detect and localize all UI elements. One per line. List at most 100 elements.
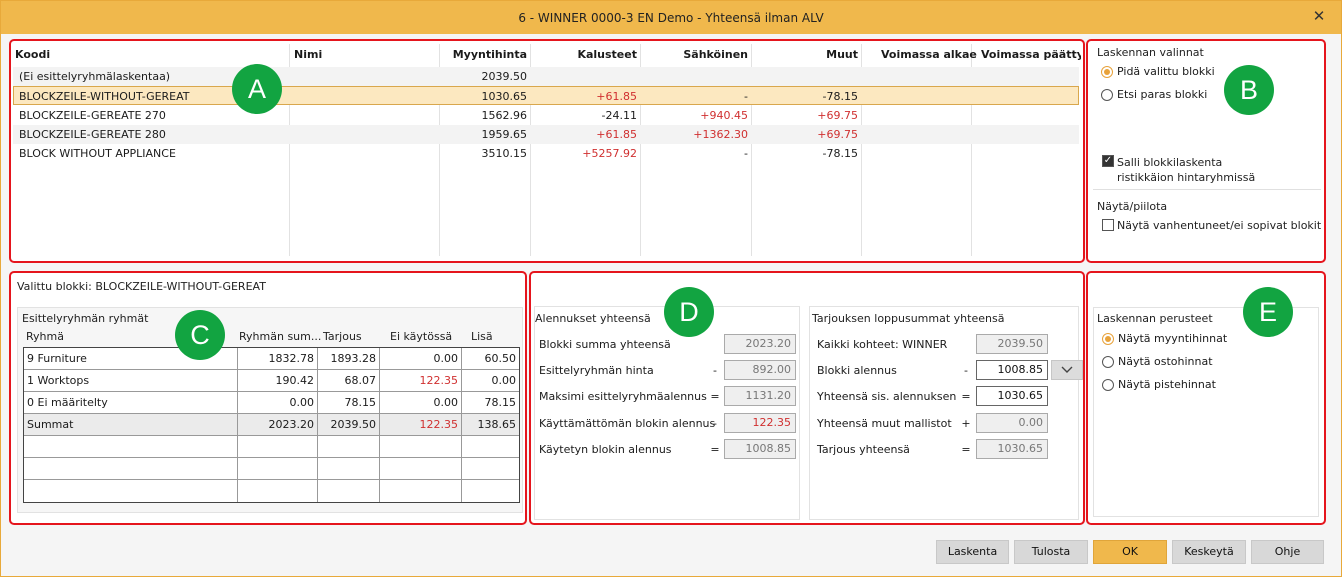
cell-ei-kaytossa: 122.35: [380, 370, 462, 392]
keep-block-radio[interactable]: Pidä valittu blokki: [1101, 65, 1215, 78]
calc-basis-title: Laskennan perusteet: [1097, 312, 1213, 325]
discount-value-esittelyryhman-hinta: 892.00: [724, 360, 796, 380]
allow-grid-checkbox[interactable]: ✓: [1102, 155, 1114, 167]
show-sales-prices-radio[interactable]: Näytä myyntihinnat: [1102, 332, 1227, 345]
laskenta-button[interactable]: Laskenta: [936, 540, 1009, 564]
cell-summa: 1832.78: [238, 348, 318, 370]
title-bar: 6 - WINNER 0000-3 EN Demo - Yhteensä ilm…: [1, 1, 1341, 34]
column-header-voimassa-paattyen[interactable]: Voimassa päättyen: [977, 44, 1081, 66]
column-header-myyntihinta[interactable]: Myyntihinta: [440, 44, 531, 66]
cell-lisa: 0.00: [491, 374, 517, 387]
groups-header-ryhma: Ryhmä: [26, 330, 64, 343]
table-row[interactable]: BLOCKZEILE-GEREATE 270 1562.96 -24.11 +9…: [13, 106, 1079, 125]
radio-selected-icon: [1102, 332, 1114, 345]
table-row-selected[interactable]: BLOCKZEILE-WITHOUT-GEREAT 1030.65 +61.85…: [13, 86, 1079, 105]
ohje-button[interactable]: Ohje: [1251, 540, 1324, 564]
cell-muut: -78.15: [822, 90, 858, 103]
cell-ryhma: Summat: [24, 414, 238, 436]
cell-muut: +69.75: [817, 128, 858, 141]
groups-header-lisa: Lisä: [471, 330, 493, 343]
cell-ei-kaytossa: 0.00: [380, 348, 462, 370]
badge-e: E: [1243, 287, 1293, 337]
show-expired-label: Näytä vanhentuneet/ei sopivat blokit: [1117, 219, 1322, 232]
discount-label-blokki-summa: Blokki summa yhteensä: [539, 338, 671, 351]
column-header-koodi[interactable]: Koodi: [11, 44, 290, 66]
cell-tarjous: 68.07: [318, 370, 380, 392]
show-purchase-prices-radio[interactable]: Näytä ostohinnat: [1102, 355, 1213, 368]
find-best-radio[interactable]: Etsi paras blokki: [1101, 88, 1207, 101]
table-row[interactable]: BLOCKZEILE-GEREATE 280 1959.65 +61.85 +1…: [13, 125, 1079, 144]
total-op: +: [961, 417, 971, 430]
show-sales-prices-label: Näytä myyntihinnat: [1118, 332, 1228, 345]
block-discount-dropdown-button[interactable]: [1051, 360, 1083, 380]
show-point-prices-radio[interactable]: Näytä pistehinnat: [1102, 378, 1216, 391]
radio-selected-icon: [1101, 65, 1113, 78]
badge-a: A: [232, 64, 282, 114]
cell-myyntihinta: 1562.96: [481, 109, 528, 122]
table-row-sum[interactable]: Summat 2023.20 2039.50 122.35 138.65: [24, 414, 519, 436]
total-value-tarjous-yhteensa: 1030.65: [976, 439, 1048, 459]
discount-label-kaytetyn: Käytetyn blokin alennus: [539, 443, 672, 456]
table-row-empty: [24, 480, 519, 502]
show-expired-checkbox[interactable]: [1102, 219, 1114, 231]
total-op: =: [961, 390, 971, 403]
cell-summa: 2023.20: [238, 414, 318, 436]
discount-op: -: [713, 364, 717, 377]
blocks-grid: Koodi Nimi Myyntihinta Kalusteet Sähköin…: [11, 44, 1081, 256]
badge-b: B: [1224, 65, 1274, 115]
total-op: =: [961, 443, 971, 456]
radio-unselected-icon: [1102, 378, 1114, 391]
cell-sahkoinen: +940.45: [700, 109, 748, 122]
badge-d: D: [664, 287, 714, 337]
show-hide-title: Näytä/piilota: [1097, 200, 1168, 213]
total-label-sis-alennuksen: Yhteensä sis. alennuksen: [817, 390, 957, 403]
cell-kalusteet: +5257.92: [582, 147, 637, 160]
ok-button[interactable]: OK: [1093, 540, 1167, 564]
table-row-empty: [24, 458, 519, 480]
close-icon[interactable]: ✕: [1311, 8, 1327, 24]
total-label-blokki-alennus: Blokki alennus: [817, 364, 897, 377]
table-row[interactable]: BLOCK WITHOUT APPLIANCE 3510.15 +5257.92…: [13, 144, 1079, 163]
discount-label-kayttamattoman: Käyttämättömän blokin alennus: [539, 417, 716, 430]
cell-kalusteet: +61.85: [596, 90, 637, 103]
table-row[interactable]: 0 Ei määritelty 0.00 78.15 0.00 78.15: [24, 392, 519, 414]
column-header-kalusteet[interactable]: Kalusteet: [531, 44, 641, 66]
cell-koodi: BLOCK WITHOUT APPLIANCE: [19, 147, 176, 160]
cell-sahkoinen: -: [744, 147, 748, 160]
table-row[interactable]: (Ei esittelyryhmälaskentaa) 2039.50: [13, 67, 1079, 86]
cell-sahkoinen: +1362.30: [693, 128, 748, 141]
table-row[interactable]: 1 Worktops 190.42 68.07 122.35 0.00: [24, 370, 519, 392]
radio-unselected-icon: [1102, 355, 1114, 368]
totals-title: Tarjouksen loppusummat yhteensä: [812, 312, 1005, 325]
keskeyta-button[interactable]: Keskeytä: [1172, 540, 1246, 564]
cell-summa: 0.00: [238, 392, 318, 414]
chevron-down-icon: [1061, 366, 1073, 373]
column-header-nimi[interactable]: Nimi: [290, 44, 440, 66]
groups-table: 9 Furniture 1832.78 1893.28 0.00 60.50 1…: [23, 347, 520, 503]
cell-myyntihinta: 1030.65: [481, 90, 528, 103]
tulosta-button[interactable]: Tulosta: [1014, 540, 1088, 564]
cell-tarjous: 78.15: [318, 392, 380, 414]
show-point-prices-label: Näytä pistehinnat: [1118, 378, 1216, 391]
column-header-voimassa-alkaen[interactable]: Voimassa alkaen: [877, 44, 977, 66]
block-discount-input[interactable]: 1008.85: [976, 360, 1048, 380]
keep-block-label: Pidä valittu blokki: [1117, 65, 1215, 78]
table-row[interactable]: 9 Furniture 1832.78 1893.28 0.00 60.50: [24, 348, 519, 370]
cell-tarjous: 1893.28: [318, 348, 380, 370]
cell-lisa: 138.65: [477, 418, 517, 431]
discount-value-blokki-summa: 2023.20: [724, 334, 796, 354]
cell-muut: +69.75: [817, 109, 858, 122]
selected-block-label: Valittu blokki: BLOCKZEILE-WITHOUT-GEREA…: [17, 280, 266, 293]
column-header-sahkoinen[interactable]: Sähköinen: [641, 44, 752, 66]
cell-ei-kaytossa: 122.35: [380, 414, 462, 436]
discount-value-maksimi: 1131.20: [724, 386, 796, 406]
cell-myyntihinta: 2039.50: [481, 70, 528, 83]
cell-kalusteet: -24.11: [601, 109, 637, 122]
cell-ryhma: 0 Ei määritelty: [24, 392, 238, 414]
total-with-discount-input[interactable]: 1030.65: [976, 386, 1048, 406]
discount-value-kaytetyn: 1008.85: [724, 439, 796, 459]
groups-header-ei-kaytossa: Ei käytössä: [390, 330, 453, 343]
discount-op: =: [710, 443, 720, 456]
column-header-muut[interactable]: Muut: [752, 44, 862, 66]
total-value-muut-mallistot: 0.00: [976, 413, 1048, 433]
